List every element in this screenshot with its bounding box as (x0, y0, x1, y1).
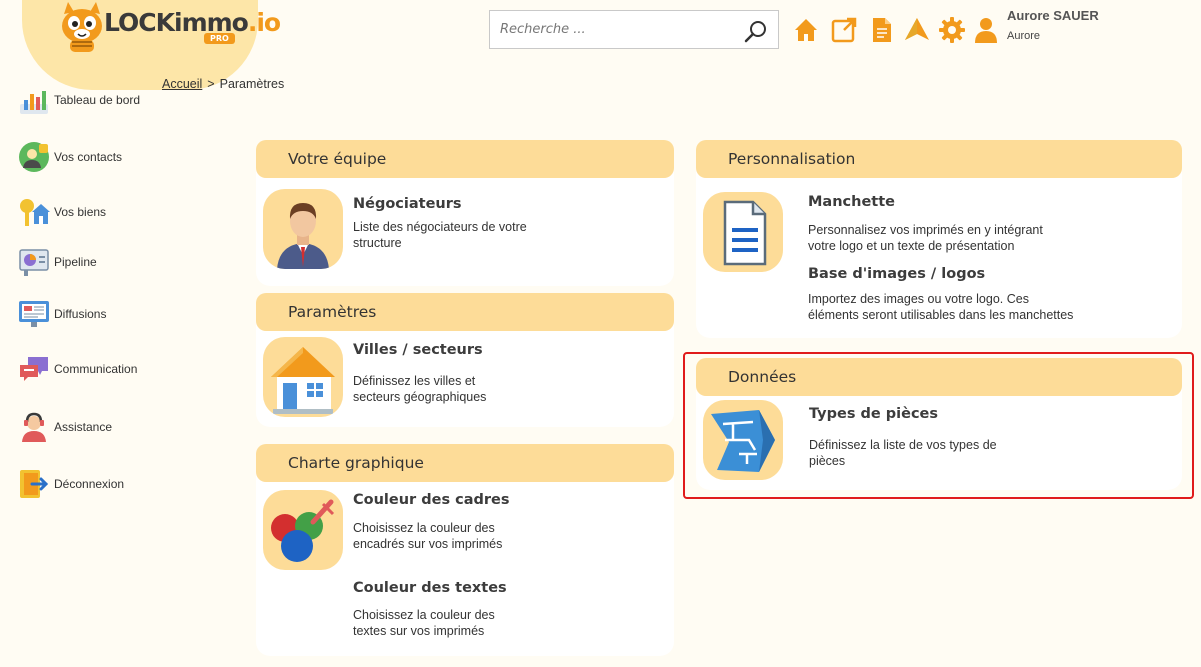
search-box (489, 10, 779, 49)
breadcrumb-home-link[interactable]: Accueil (162, 77, 202, 91)
desc-line: éléments seront utilisables dans les man… (808, 307, 1074, 322)
sidebar-item-contacts[interactable]: Vos contacts (18, 141, 122, 173)
item-title-base-images[interactable]: Base d'images / logos (808, 266, 985, 282)
diffusion-icon (19, 301, 49, 327)
card-charte: Charte graphique Couleur des cadres Choi… (256, 444, 674, 656)
search-icon[interactable] (744, 19, 768, 43)
communication-icon (20, 357, 48, 381)
desc-line: Importez des images ou votre logo. Ces (808, 292, 1029, 306)
user-subtitle: Aurore (1007, 30, 1041, 42)
contacts-icon (19, 142, 49, 172)
user-name[interactable]: Aurore SAUER (1007, 8, 1099, 23)
gear-icon[interactable] (938, 16, 966, 44)
sidebar-item-label: Diffusions (54, 307, 107, 321)
sidebar-item-assistance[interactable]: Assistance (18, 411, 112, 443)
sidebar-item-label: Assistance (54, 420, 113, 434)
item-title-villes[interactable]: Villes / secteurs (353, 342, 483, 358)
pipeline-icon (19, 249, 49, 276)
item-desc-manchette: Personnalisez vos imprimés en y intégran… (808, 223, 1043, 254)
item-desc-base-images: Importez des images ou votre logo. Ces é… (808, 292, 1073, 323)
desc-line: Choisissez la couleur des (353, 521, 495, 535)
highlight-box-donnees (683, 352, 1194, 499)
cat-mascot-icon (62, 2, 102, 52)
sidebar-item-label: Pipeline (54, 255, 97, 269)
breadcrumb-current: Paramètres (219, 77, 285, 91)
logo-text: LOCKimmo.io (104, 8, 281, 37)
external-link-icon[interactable] (830, 16, 858, 44)
breadcrumb: Accueil > Paramètres (162, 77, 284, 91)
sidebar-item-label: Communication (54, 362, 138, 376)
sidebar-item-label: Vos biens (54, 205, 107, 219)
logout-icon (20, 470, 49, 498)
properties-icon (20, 199, 50, 226)
desc-line: Choisissez la couleur des (353, 608, 495, 622)
search-input[interactable] (490, 11, 730, 48)
item-title-couleur-cadres[interactable]: Couleur des cadres (353, 492, 510, 508)
desc-line: Définissez les villes et (353, 374, 476, 388)
card-equipe: Votre équipe Négociateurs Liste des négo… (256, 140, 674, 286)
sidebar-item-label: Vos contacts (54, 150, 123, 164)
sidebar-item-pipeline[interactable]: Pipeline (18, 246, 97, 278)
sidebar-item-dashboard[interactable]: Tableau de bord (18, 84, 140, 116)
card-title: Paramètres (256, 293, 674, 331)
item-desc-couleur-textes: Choisissez la couleur des textes sur vos… (353, 608, 495, 639)
card-title: Personnalisation (696, 140, 1182, 178)
desc-line: encadrés sur vos imprimés (353, 536, 503, 551)
desc-line: votre logo et un texte de présentation (808, 238, 1015, 253)
item-title-manchette[interactable]: Manchette (808, 194, 895, 210)
desc-line: structure (353, 235, 402, 250)
item-title-negociateurs[interactable]: Négociateurs (353, 196, 462, 212)
user-icon[interactable] (972, 16, 1000, 44)
send-icon[interactable] (903, 16, 931, 44)
color-palette-icon (271, 499, 335, 562)
desc-line: secteurs géographiques (353, 389, 487, 404)
item-title-couleur-textes[interactable]: Couleur des textes (353, 580, 507, 596)
item-desc-couleur-cadres: Choisissez la couleur des encadrés sur v… (353, 521, 502, 552)
logo-accent: .io (247, 8, 281, 37)
card-personnalisation: Personnalisation Manchette Personnalisez… (696, 140, 1182, 338)
item-desc-negociateurs: Liste des négociateurs de votre structur… (353, 220, 527, 251)
document-icon[interactable] (867, 16, 895, 44)
villes-icon-tile[interactable] (263, 337, 343, 417)
breadcrumb-separator: > (207, 77, 215, 91)
businessman-icon (277, 203, 329, 269)
assistance-icon (22, 412, 46, 442)
negociateurs-icon-tile[interactable] (263, 189, 343, 269)
card-title: Charte graphique (256, 444, 674, 482)
sidebar-item-properties[interactable]: Vos biens (18, 196, 106, 228)
dashboard-icon (20, 91, 48, 114)
house-icon (271, 347, 335, 414)
sidebar-item-logout[interactable]: Déconnexion (18, 468, 124, 500)
sidebar-item-communication[interactable]: Communication (18, 353, 137, 385)
desc-line: Personnalisez vos imprimés en y intégran… (808, 223, 1043, 237)
couleurs-icon-tile[interactable] (263, 490, 343, 570)
desc-line: textes sur vos imprimés (353, 623, 485, 638)
logo-pro-badge: PRO (204, 33, 235, 44)
sidebar-item-diffusions[interactable]: Diffusions (18, 298, 106, 330)
home-icon[interactable] (792, 16, 820, 44)
sidebar-item-label: Tableau de bord (54, 93, 141, 107)
sidebar-item-label: Déconnexion (54, 477, 125, 491)
item-desc-villes: Définissez les villes et secteurs géogra… (353, 374, 486, 405)
card-parametres: Paramètres Villes / secteurs Définissez … (256, 293, 674, 427)
card-title: Votre équipe (256, 140, 674, 178)
desc-line: Liste des négociateurs de votre (353, 220, 527, 234)
document-page-icon (723, 200, 767, 266)
manchette-icon-tile[interactable] (703, 192, 783, 272)
